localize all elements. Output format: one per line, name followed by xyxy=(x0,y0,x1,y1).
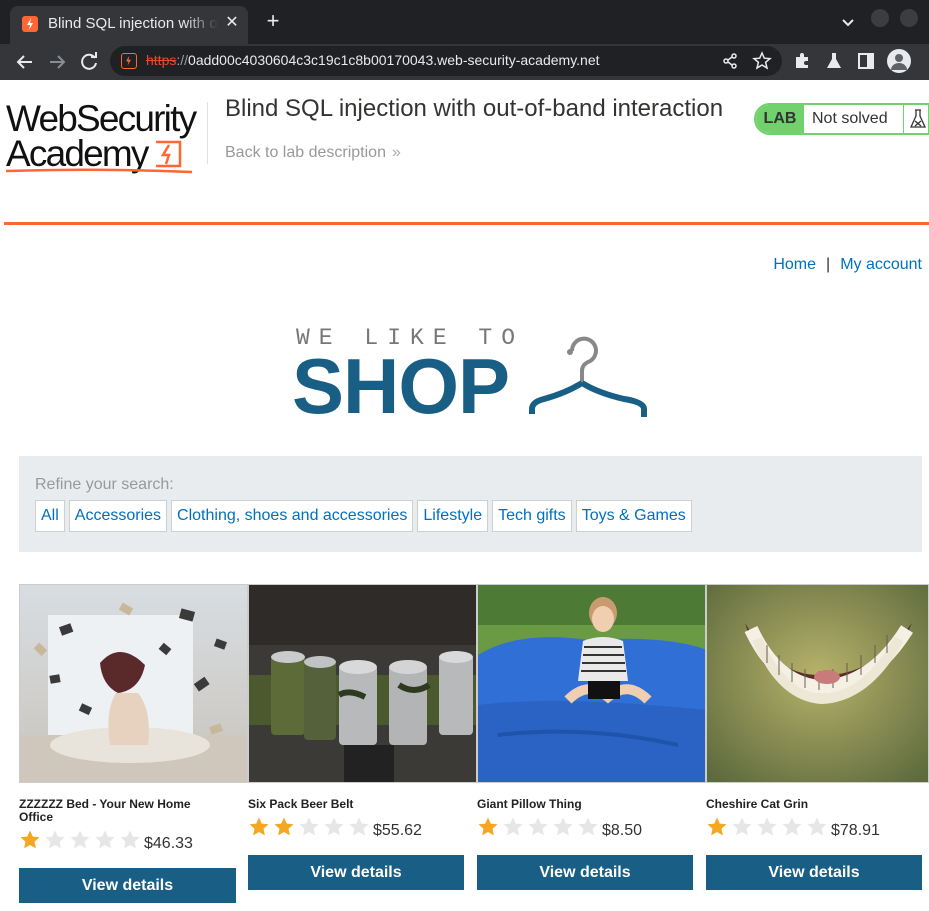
logo-bolt-icon xyxy=(156,140,182,168)
product-rating xyxy=(248,816,370,838)
labs-flask-icon[interactable] xyxy=(824,51,844,71)
product-image xyxy=(477,584,706,783)
lab-state: Not solved xyxy=(812,110,888,127)
product-image xyxy=(706,584,929,783)
star-empty-icon xyxy=(757,817,777,836)
star-empty-icon xyxy=(553,817,573,836)
tab-search-chevron-icon[interactable] xyxy=(838,12,858,32)
bookmark-star-icon[interactable] xyxy=(752,51,772,71)
nav-separator: | xyxy=(826,256,831,273)
my-account-link[interactable]: My account xyxy=(840,256,922,273)
new-tab-icon[interactable]: + xyxy=(262,10,284,32)
star-empty-icon xyxy=(732,817,752,836)
filter-accessories[interactable]: Accessories xyxy=(68,500,168,532)
back-to-lab-description-link[interactable]: Back to lab description » xyxy=(225,144,401,162)
filter-all[interactable]: All xyxy=(35,500,65,532)
tab-title: Blind SQL injection with out-of-band int… xyxy=(48,15,218,32)
url-separator: :// xyxy=(176,52,189,68)
product-price: $55.62 xyxy=(373,822,422,839)
web-security-academy-logo[interactable]: WebSecurity Academy xyxy=(6,100,206,176)
home-link[interactable]: Home xyxy=(773,256,816,273)
lab-tag: LAB xyxy=(756,105,804,133)
view-details-button[interactable]: View details xyxy=(19,868,236,903)
lab-status-widget: LAB Not solved xyxy=(754,103,929,135)
star-empty-icon xyxy=(578,817,598,836)
star-empty-icon xyxy=(95,830,115,849)
product-name: ZZZZZZ Bed - Your New Home Office xyxy=(19,797,191,824)
search-filters: Refine your search: All Accessories Clot… xyxy=(19,456,922,552)
window-maximize-icon[interactable] xyxy=(900,9,918,27)
star-empty-icon xyxy=(782,817,802,836)
url-host: 0add00c4030604c3c19c1c8b00170043.web-sec… xyxy=(188,52,600,68)
forward-arrow-icon[interactable] xyxy=(45,50,69,74)
site-favicon-icon xyxy=(121,53,137,69)
filter-clothing[interactable]: Clothing, shoes and accessories xyxy=(171,500,414,532)
star-empty-icon xyxy=(807,817,827,836)
window-minimize-icon[interactable] xyxy=(871,9,889,27)
reload-icon[interactable] xyxy=(77,50,101,74)
star-empty-icon xyxy=(528,817,548,836)
browser-tab[interactable]: Blind SQL injection with out-of-band int… xyxy=(10,6,248,44)
shop-banner: WE LIKE TO SHOP xyxy=(292,325,647,425)
filter-lifestyle[interactable]: Lifestyle xyxy=(417,500,489,532)
product-price: $8.50 xyxy=(602,822,643,839)
back-arrow-icon[interactable] xyxy=(13,50,37,74)
url-text: https://0add00c4030604c3c19c1c8b00170043… xyxy=(146,52,600,68)
product-name: Cheshire Cat Grin xyxy=(706,797,809,811)
product-rating xyxy=(477,816,599,838)
side-panel-icon[interactable] xyxy=(856,51,876,71)
tab-close-icon[interactable]: ✕ xyxy=(223,14,241,32)
header-divider xyxy=(207,102,208,164)
filter-categories: All Accessories Clothing, shoes and acce… xyxy=(35,500,692,532)
share-icon[interactable] xyxy=(720,51,740,71)
flask-icon xyxy=(909,109,927,128)
product-price: $78.91 xyxy=(831,822,880,839)
address-bar[interactable]: https://0add00c4030604c3c19c1c8b00170043… xyxy=(110,46,782,76)
double-chevron-right-icon: » xyxy=(391,144,401,161)
star-empty-icon xyxy=(70,830,90,849)
view-details-button[interactable]: View details xyxy=(706,855,922,890)
star-filled-icon xyxy=(249,817,269,836)
profile-avatar-icon[interactable] xyxy=(887,49,911,73)
back-link-label: Back to lab description xyxy=(225,144,386,161)
browser-toolbar: https://0add00c4030604c3c19c1c8b00170043… xyxy=(0,44,929,80)
product-rating xyxy=(706,816,828,838)
lab-status-flask-button[interactable] xyxy=(903,105,929,133)
view-details-button[interactable]: View details xyxy=(248,855,464,890)
extensions-puzzle-icon[interactable] xyxy=(792,51,812,71)
top-navigation: Home | My account xyxy=(0,256,922,274)
star-empty-icon xyxy=(503,817,523,836)
product-rating xyxy=(19,829,141,851)
filter-toys-games[interactable]: Toys & Games xyxy=(575,500,692,532)
product-name: Six Pack Beer Belt xyxy=(248,797,354,811)
star-filled-icon xyxy=(707,817,727,836)
star-empty-icon xyxy=(45,830,65,849)
refine-search-label: Refine your search: xyxy=(35,476,174,493)
product-name: Giant Pillow Thing xyxy=(477,797,582,811)
url-scheme: https xyxy=(146,52,177,68)
star-filled-icon xyxy=(478,817,498,836)
portswigger-favicon-icon xyxy=(22,16,38,32)
star-filled-icon xyxy=(20,830,40,849)
star-filled-icon xyxy=(274,817,294,836)
browser-tabstrip: Blind SQL injection with out-of-band int… xyxy=(0,0,929,44)
clothes-hanger-icon xyxy=(529,336,647,417)
product-image xyxy=(19,584,248,783)
star-empty-icon xyxy=(349,817,369,836)
product-image xyxy=(248,584,477,783)
view-details-button[interactable]: View details xyxy=(477,855,693,890)
logo-underline-icon xyxy=(6,168,192,174)
filter-tech-gifts[interactable]: Tech gifts xyxy=(492,500,572,532)
product-price: $46.33 xyxy=(144,835,193,852)
star-empty-icon xyxy=(299,817,319,836)
banner-headline: SHOP xyxy=(292,342,510,430)
header-orange-rule xyxy=(4,222,929,225)
lab-title: Blind SQL injection with out-of-band int… xyxy=(225,95,724,122)
star-empty-icon xyxy=(324,817,344,836)
star-empty-icon xyxy=(120,830,140,849)
